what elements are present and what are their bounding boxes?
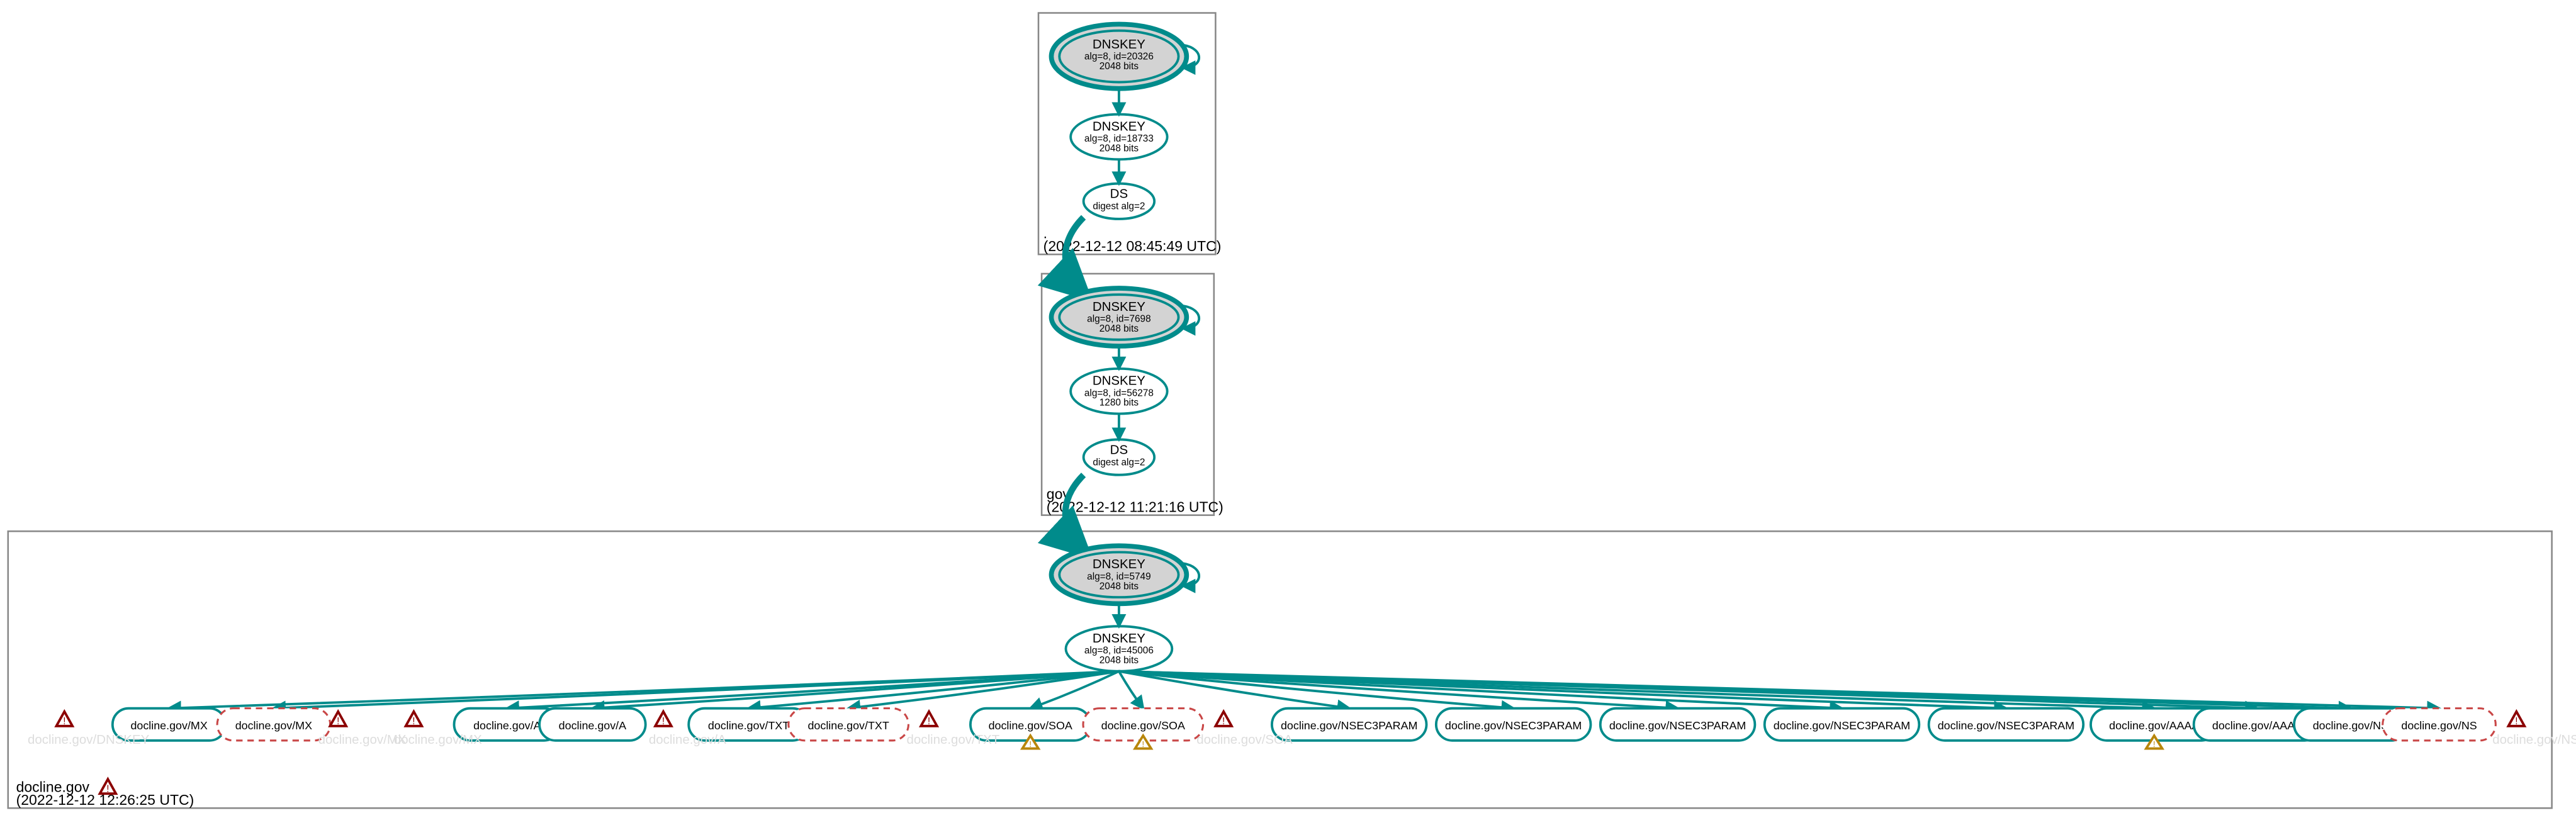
svg-text:DNSKEY: DNSKEY	[1093, 37, 1145, 52]
rr-docline-gov-NSEC3PARAM[interactable]: docline.gov/NSEC3PARAM	[1272, 709, 1427, 741]
svg-text:DNSKEY: DNSKEY	[1093, 119, 1145, 133]
svg-text:!: !	[63, 716, 65, 727]
svg-text:2048 bits: 2048 bits	[1100, 323, 1139, 334]
svg-text:!: !	[337, 716, 339, 727]
warning-icon[interactable]: !	[406, 712, 422, 727]
svg-text:docline.gov/MX: docline.gov/MX	[235, 719, 312, 732]
svg-text:!: !	[2153, 739, 2156, 749]
warning-icon[interactable]: !	[100, 779, 116, 794]
svg-text:docline.gov/NSEC3PARAM: docline.gov/NSEC3PARAM	[1445, 719, 1582, 732]
svg-text:DNSKEY: DNSKEY	[1093, 557, 1145, 571]
warning-icon[interactable]: !	[330, 712, 346, 727]
svg-text:docline.gov/A: docline.gov/A	[559, 719, 626, 732]
svg-text:docline.gov/AAAA: docline.gov/AAAA	[2109, 719, 2199, 732]
svg-text:2048 bits: 2048 bits	[1100, 61, 1139, 72]
faded-a: docline.gov/A	[649, 732, 726, 747]
svg-text:docline.gov/SOA: docline.gov/SOA	[1101, 719, 1185, 732]
svg-text:2048 bits: 2048 bits	[1100, 143, 1139, 154]
svg-text:DNSKEY: DNSKEY	[1093, 300, 1145, 314]
rr-docline-gov-NSEC3PARAM[interactable]: docline.gov/NSEC3PARAM	[1929, 709, 2084, 741]
rr-docline-gov-TXT[interactable]: docline.gov/TXT	[789, 709, 909, 741]
svg-text:!: !	[928, 716, 930, 727]
svg-text:digest alg=2: digest alg=2	[1093, 201, 1145, 212]
svg-text:docline.gov/NS: docline.gov/NS	[2401, 719, 2477, 732]
svg-text:docline.gov/TXT: docline.gov/TXT	[807, 719, 889, 732]
svg-text:docline.gov/NS: docline.gov/NS	[2313, 719, 2388, 732]
rr-docline-gov-MX[interactable]: docline.gov/MX	[217, 709, 330, 741]
svg-text:docline.gov/NSEC3PARAM: docline.gov/NSEC3PARAM	[1609, 719, 1746, 732]
svg-text:!: !	[2515, 716, 2517, 727]
svg-text:docline.gov/NSEC3PARAM: docline.gov/NSEC3PARAM	[1774, 719, 1910, 732]
rr-docline-gov-NSEC3PARAM[interactable]: docline.gov/NSEC3PARAM	[1765, 709, 1920, 741]
svg-text:DNSKEY: DNSKEY	[1093, 631, 1145, 646]
rr-docline-gov-NSEC3PARAM[interactable]: docline.gov/NSEC3PARAM	[1600, 709, 1755, 741]
svg-text:docline.gov/NSEC3PARAM: docline.gov/NSEC3PARAM	[1281, 719, 1417, 732]
faded-mx2: docline.gov/MX	[394, 732, 482, 747]
svg-text:digest alg=2: digest alg=2	[1093, 457, 1145, 468]
svg-text:docline.gov/A: docline.gov/A	[473, 719, 541, 732]
svg-text:DNSKEY: DNSKEY	[1093, 373, 1145, 388]
svg-text:!: !	[1222, 716, 1225, 727]
svg-text:docline.gov/SOA: docline.gov/SOA	[989, 719, 1072, 732]
faded-ns: docline.gov/NS	[2492, 732, 2576, 747]
rr-docline-gov-NS[interactable]: docline.gov/NS	[2383, 709, 2496, 741]
svg-text:DS: DS	[1110, 442, 1128, 457]
svg-text:2048 bits: 2048 bits	[1100, 581, 1139, 592]
faded-mx1: docline.gov/MX	[318, 732, 407, 747]
svg-text:1280 bits: 1280 bits	[1100, 398, 1139, 408]
faded-txt: docline.gov/TXT	[907, 732, 1000, 747]
svg-text:docline.gov/MX: docline.gov/MX	[130, 719, 207, 732]
warning-icon[interactable]: !	[57, 712, 73, 727]
warning-icon[interactable]: !	[655, 712, 672, 727]
svg-text:docline.gov/AAAA: docline.gov/AAAA	[2212, 719, 2302, 732]
svg-text:docline.gov/TXT: docline.gov/TXT	[708, 719, 789, 732]
warning-icon[interactable]: !	[1215, 712, 1232, 727]
svg-text:2048 bits: 2048 bits	[1100, 655, 1139, 666]
rr-docline-gov-A[interactable]: docline.gov/A	[539, 709, 646, 741]
svg-text:!: !	[106, 784, 109, 795]
zone-gov-ts: (2022-12-12 11:21:16 UTC)	[1047, 499, 1223, 515]
rr-docline-gov-SOA[interactable]: docline.gov/SOA!	[1083, 709, 1203, 749]
warning-icon[interactable]: !	[921, 712, 937, 727]
dnssec-graph: . (2022-12-12 08:45:49 UTC) DNSKEY alg=8…	[0, 0, 2576, 813]
svg-text:docline.gov/NSEC3PARAM: docline.gov/NSEC3PARAM	[1938, 719, 2074, 732]
faded-soa: docline.gov/SOA	[1196, 732, 1293, 747]
svg-text:!: !	[1142, 739, 1144, 749]
svg-text:!: !	[1029, 739, 1032, 749]
warning-icon[interactable]: !	[2509, 712, 2525, 727]
rr-docline-gov-NSEC3PARAM[interactable]: docline.gov/NSEC3PARAM	[1436, 709, 1591, 741]
svg-text:DS: DS	[1110, 187, 1128, 201]
svg-text:!: !	[662, 716, 665, 727]
zone-docline	[8, 531, 2552, 808]
faded-dnskey: docline.gov/DNSKEY	[28, 732, 150, 747]
svg-text:!: !	[412, 716, 415, 727]
